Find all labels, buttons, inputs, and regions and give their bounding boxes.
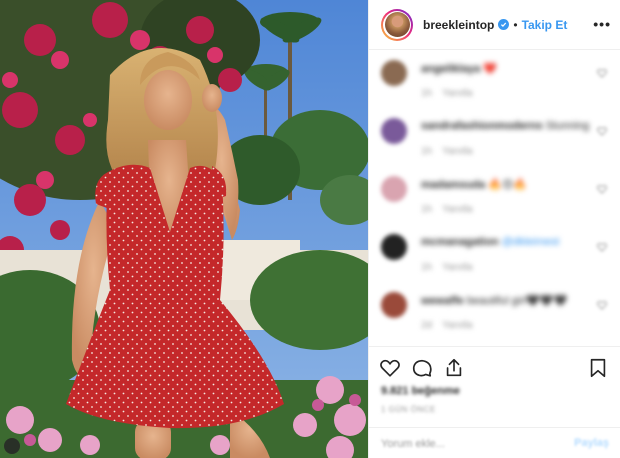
- verified-badge-icon: [498, 19, 510, 30]
- reply-button[interactable]: Yanıtla: [442, 204, 472, 215]
- comment-item: mcmanagation @dkleimest 1h Yanıtla: [369, 226, 620, 284]
- comment-like-icon[interactable]: [597, 300, 607, 310]
- reply-button[interactable]: Yanıtla: [442, 320, 472, 331]
- avatar[interactable]: [381, 8, 413, 41]
- reply-button[interactable]: Yanıtla: [442, 88, 472, 99]
- comment-like-icon[interactable]: [597, 68, 607, 78]
- comment-text: Stunning: [545, 120, 590, 132]
- more-options-icon[interactable]: •••: [593, 16, 611, 32]
- comment-item: wewaffe beautiful girl🖤🖤🖤 2d Yanıtla: [369, 284, 620, 342]
- post-sidebar: breekleintop • Takip Et ••• angeliklaya …: [368, 0, 620, 458]
- post-timestamp: 1 GÜN ÖNCE: [381, 405, 436, 414]
- comment-input[interactable]: [381, 435, 561, 453]
- comment-time: 1h: [421, 262, 433, 273]
- comment-avatar[interactable]: [381, 60, 407, 86]
- post-photo[interactable]: [0, 0, 368, 458]
- comment-mention-link[interactable]: @dkleimest: [502, 236, 560, 248]
- comment-icon[interactable]: [411, 357, 435, 381]
- comment-time: 1h: [421, 146, 433, 157]
- post-header: breekleintop • Takip Et •••: [369, 0, 620, 50]
- post-comment-button[interactable]: Paylaş: [574, 437, 609, 449]
- comment-like-icon[interactable]: [597, 184, 607, 194]
- comment-username[interactable]: madamsuda: [421, 179, 485, 191]
- comment-text: ❤️: [483, 63, 498, 75]
- username-link[interactable]: breekleintop: [423, 18, 494, 32]
- comment-avatar[interactable]: [381, 292, 407, 318]
- comment-item: angeliklaya ❤️ 1h Yanıtla: [369, 52, 620, 110]
- post-actions: 9.821 beğenme 1 GÜN ÖNCE Paylaş: [369, 346, 620, 458]
- reply-button[interactable]: Yanıtla: [442, 146, 472, 157]
- comment-like-icon[interactable]: [597, 126, 607, 136]
- comment-username[interactable]: wewaffe: [421, 295, 464, 307]
- follow-button[interactable]: Takip Et: [522, 18, 568, 32]
- comment-avatar[interactable]: [381, 234, 407, 260]
- comment-username[interactable]: mcmanagation: [421, 236, 499, 248]
- avatar-image: [384, 12, 410, 37]
- comment-text: beautiful girl🖤🖤🖤: [466, 295, 568, 307]
- post-image: [0, 0, 368, 458]
- comment-avatar[interactable]: [381, 118, 407, 144]
- comment-time: 1h: [421, 88, 433, 99]
- comment-like-icon[interactable]: [597, 242, 607, 252]
- heart-icon[interactable]: [379, 357, 403, 381]
- reply-button[interactable]: Yanıtla: [442, 262, 472, 273]
- comment-item: sandrafashionmoderns Stunning 1h Yanıtla: [369, 110, 620, 168]
- comment-avatar[interactable]: [381, 176, 407, 202]
- comment-text: 🔥😍🔥: [488, 179, 528, 191]
- share-icon[interactable]: [443, 357, 467, 381]
- comment-time: 1h: [421, 204, 433, 215]
- add-comment-bar: Paylaş: [369, 427, 620, 458]
- bookmark-icon[interactable]: [587, 357, 611, 381]
- comment-item: madamsuda 🔥😍🔥 1h Yanıtla: [369, 168, 620, 226]
- action-icons-row: [379, 357, 611, 383]
- comment-username[interactable]: angeliklaya: [421, 63, 480, 75]
- comment-time: 2d: [421, 320, 433, 331]
- comments-list[interactable]: angeliklaya ❤️ 1h Yanıtla sandrafashionmo…: [369, 52, 620, 344]
- comment-username[interactable]: sandrafashionmoderns: [421, 120, 543, 132]
- likes-count[interactable]: 9.821 beğenme: [381, 385, 460, 397]
- header-separator: •: [513, 17, 518, 32]
